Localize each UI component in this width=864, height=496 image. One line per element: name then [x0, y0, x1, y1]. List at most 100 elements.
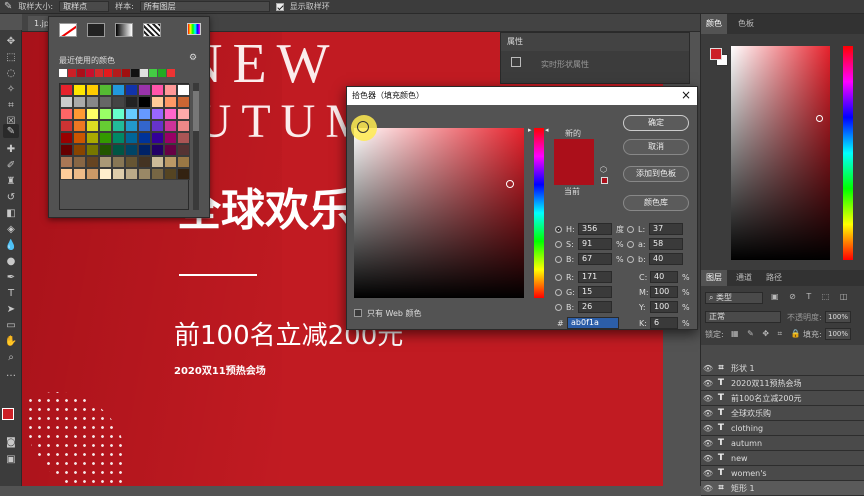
panel-foreground-swatch[interactable] [710, 48, 722, 60]
recent-swatch[interactable] [68, 69, 76, 77]
tab-color[interactable]: 颜色 [701, 14, 727, 34]
eye-icon[interactable]: 👁 [701, 469, 715, 478]
swatch[interactable] [86, 156, 99, 168]
screen-mode-icon[interactable]: ▣ [3, 452, 19, 466]
color-picker-icon[interactable] [187, 23, 201, 35]
tab-layers[interactable]: 图层 [701, 270, 727, 286]
recent-swatch[interactable] [131, 69, 139, 77]
swatch[interactable] [164, 156, 177, 168]
hand-tool-icon[interactable]: ✋ [3, 334, 19, 348]
lab-b-radio[interactable] [627, 255, 634, 263]
fill-input[interactable]: 100% [825, 328, 851, 340]
swatch[interactable] [86, 108, 99, 120]
swatch[interactable] [151, 96, 164, 108]
swatch[interactable] [112, 96, 125, 108]
swatch[interactable] [99, 108, 112, 120]
k-input[interactable]: 6 [650, 317, 678, 329]
lock-icons[interactable]: ▦ ✎ ✥ ⌗ 🔒 [731, 329, 804, 339]
swatch[interactable] [60, 84, 73, 96]
swatch[interactable] [125, 96, 138, 108]
swatch[interactable] [73, 156, 86, 168]
swatch[interactable] [151, 84, 164, 96]
recent-swatch[interactable] [149, 69, 157, 77]
swatch[interactable] [73, 144, 86, 156]
swatch[interactable] [125, 144, 138, 156]
swatch[interactable] [73, 108, 86, 120]
swatch[interactable] [177, 144, 190, 156]
dodge-tool-icon[interactable]: ● [3, 254, 19, 268]
swatch[interactable] [60, 120, 73, 132]
add-to-swatches-button[interactable]: 添加到色板 [623, 166, 689, 182]
swatch[interactable] [112, 168, 125, 180]
color-field[interactable] [354, 128, 524, 298]
swatch[interactable] [86, 120, 99, 132]
swatch[interactable] [125, 156, 138, 168]
y-input[interactable]: 100 [650, 301, 678, 313]
paint-bucket-icon[interactable]: ◈ [3, 222, 19, 236]
swatch[interactable] [73, 120, 86, 132]
tab-paths[interactable]: 路径 [761, 270, 787, 286]
hue-slider[interactable] [534, 128, 544, 298]
a-input[interactable]: 58 [649, 238, 683, 250]
swatch[interactable] [151, 144, 164, 156]
swatch[interactable] [99, 120, 112, 132]
swatch[interactable] [177, 156, 190, 168]
s-input[interactable]: 91 [578, 238, 612, 250]
ok-button[interactable]: 确定 [623, 115, 689, 131]
eye-icon[interactable]: 👁 [701, 454, 715, 463]
swatch[interactable] [151, 168, 164, 180]
swatch[interactable] [125, 84, 138, 96]
eye-icon[interactable]: 👁 [701, 364, 715, 373]
swatch[interactable] [73, 168, 86, 180]
eye-icon[interactable]: 👁 [701, 409, 715, 418]
swatch[interactable] [112, 156, 125, 168]
h-input[interactable]: 356 [578, 223, 612, 235]
swatch[interactable] [86, 84, 99, 96]
color-panel-hue[interactable] [843, 46, 853, 260]
shape-properties-icon[interactable] [511, 57, 521, 67]
swatch[interactable] [125, 120, 138, 132]
swatch[interactable] [112, 84, 125, 96]
swatch[interactable] [151, 132, 164, 144]
quick-mask-icon[interactable]: ◙ [3, 435, 19, 449]
hue-slider-left-arrow[interactable]: ▸ [528, 126, 532, 134]
swatch[interactable] [151, 120, 164, 132]
layer-row[interactable]: 👁 Tautumn [701, 436, 864, 451]
swatch[interactable] [151, 156, 164, 168]
swatch[interactable] [112, 120, 125, 132]
swatch[interactable] [86, 144, 99, 156]
path-select-icon[interactable]: ➤ [3, 302, 19, 316]
sample-select[interactable]: 所有图层 [139, 1, 270, 12]
swatch[interactable] [73, 84, 86, 96]
layer-row[interactable]: 👁 Twomen's [701, 466, 864, 481]
swatch-scrollbar[interactable] [193, 83, 199, 210]
swatch[interactable] [112, 144, 125, 156]
rectangle-tool-icon[interactable]: ▭ [3, 318, 19, 332]
move-tool-icon[interactable]: ✥ [3, 34, 19, 48]
swatch[interactable] [99, 144, 112, 156]
more-tools-icon[interactable]: … [3, 366, 19, 380]
layer-row[interactable]: 👁 T 全球欢乐购 [701, 406, 864, 421]
eye-icon[interactable]: 👁 [701, 439, 715, 448]
gear-icon[interactable]: ⚙ [189, 53, 197, 63]
gradient-fill-icon[interactable] [115, 23, 133, 37]
eyedropper-tool-icon[interactable]: ✎ [3, 124, 19, 138]
swatch[interactable] [112, 132, 125, 144]
recent-swatch[interactable] [167, 69, 175, 77]
h-radio[interactable] [555, 225, 562, 233]
swatch[interactable] [60, 156, 73, 168]
layer-filter-select[interactable]: ⌕ 类型 [705, 292, 763, 304]
swatch[interactable] [151, 108, 164, 120]
swatch[interactable] [177, 108, 190, 120]
web-only-checkbox[interactable] [354, 309, 362, 317]
eye-icon[interactable]: 👁 [701, 394, 715, 403]
recent-swatch[interactable] [104, 69, 112, 77]
recent-swatch[interactable] [59, 69, 67, 77]
sample-size-select[interactable]: 取样点 [59, 1, 110, 12]
recent-swatch[interactable] [122, 69, 130, 77]
eraser-tool-icon[interactable]: ◧ [3, 206, 19, 220]
s-radio[interactable] [555, 240, 562, 248]
swatch[interactable] [138, 120, 151, 132]
swatch[interactable] [164, 132, 177, 144]
blue-radio[interactable] [555, 303, 562, 311]
